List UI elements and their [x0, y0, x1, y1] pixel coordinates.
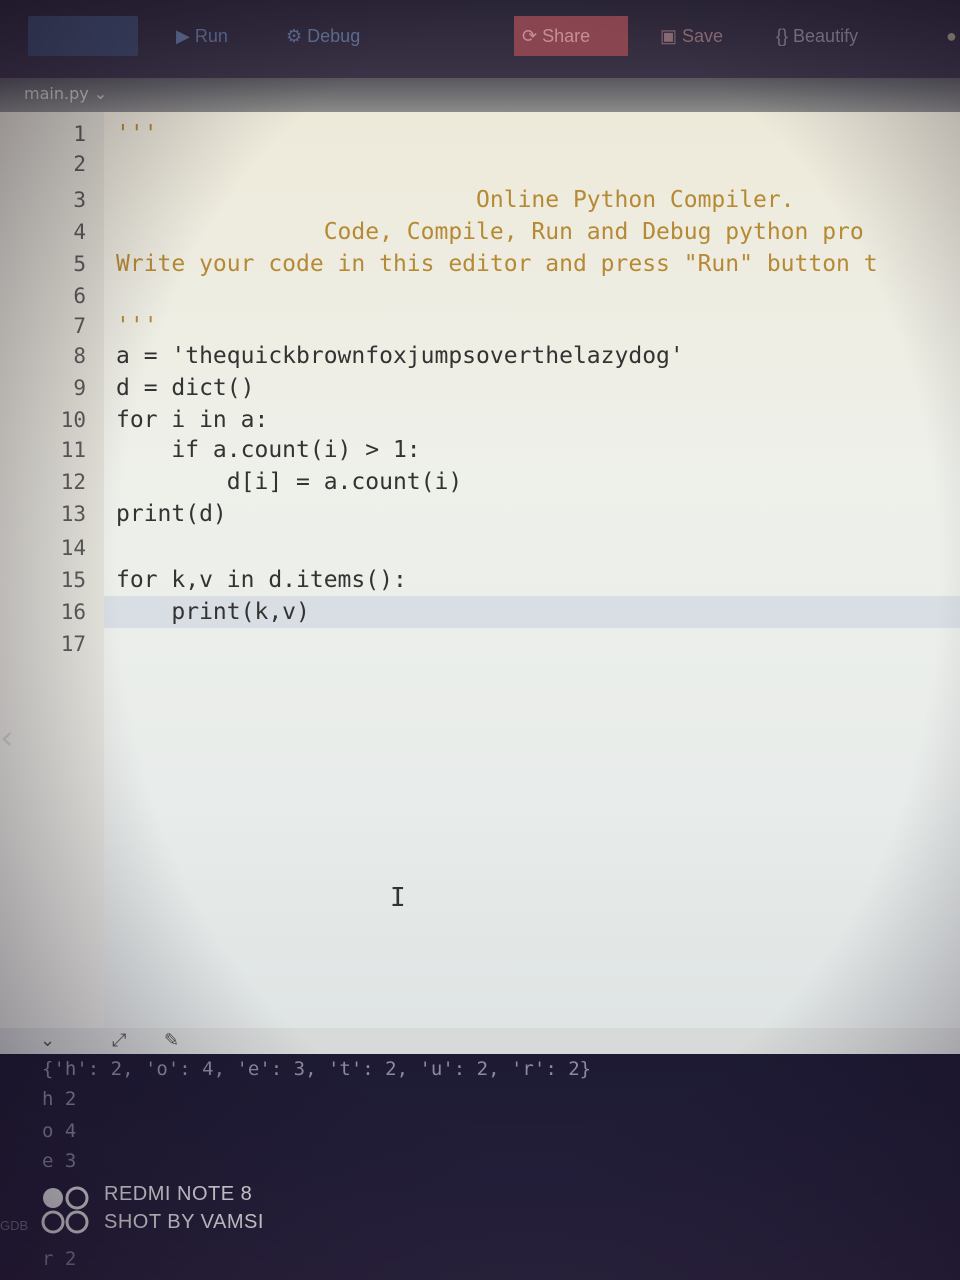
- beautify-label: Beautify: [793, 26, 859, 46]
- code-line[interactable]: for i in a:: [116, 404, 268, 436]
- line-number: 11: [60, 438, 86, 462]
- save-icon: ▣: [660, 26, 678, 46]
- share-button[interactable]: ⟳ Share: [514, 16, 628, 56]
- watermark-credit: SHOT BY VAMSI: [104, 1211, 264, 1233]
- code-line[interactable]: Online Python Compiler.: [116, 184, 795, 216]
- clear-console-icon[interactable]: ✎: [164, 1028, 179, 1054]
- line-number: 14: [60, 536, 86, 560]
- save-label: Save: [682, 26, 724, 46]
- line-number: 6: [73, 284, 86, 308]
- console-line: o 4: [42, 1120, 77, 1142]
- line-number: 9: [73, 376, 86, 400]
- code-line[interactable]: a = 'thequickbrownfoxjumpsoverthelazydog…: [116, 340, 684, 372]
- share-icon: ⟳: [522, 26, 538, 46]
- line-number: 16: [60, 600, 86, 624]
- line-number: 12: [60, 470, 86, 494]
- console-line: e 3: [42, 1150, 77, 1172]
- expand-icon[interactable]: ⤢: [112, 1028, 126, 1054]
- collapse-chevron-icon[interactable]: ⌄: [40, 1028, 55, 1054]
- console-toolbar: ⌄ ⤢ ✎: [0, 1028, 960, 1054]
- code-line[interactable]: ''': [116, 310, 158, 342]
- console-line: h 2: [42, 1088, 77, 1110]
- run-button[interactable]: ▶ Run: [168, 16, 236, 56]
- debug-icon: ⚙: [286, 26, 303, 46]
- code-line[interactable]: print(k,v): [116, 596, 310, 628]
- code-line[interactable]: for k,v in d.items():: [116, 564, 407, 596]
- code-line[interactable]: Code, Compile, Run and Debug python pro: [116, 216, 864, 248]
- output-console: {'h': 2, 'o': 4, 'e': 3, 't': 2, 'u': 2,…: [0, 1054, 960, 1280]
- line-number: 7: [73, 314, 86, 338]
- text-cursor-icon: I: [390, 883, 406, 913]
- line-number: 5: [73, 252, 86, 276]
- gdb-label: GDB: [0, 1218, 29, 1233]
- watermark-logo-icon: [41, 1186, 89, 1234]
- code-line[interactable]: ''': [116, 118, 158, 150]
- code-editor[interactable]: 1 ''' 2 3 Online Python Compiler. 4 Code, Co…: [0, 112, 960, 1028]
- console-line: {'h': 2, 'o': 4, 'e': 3, 't': 2, 'u': 2,…: [42, 1058, 592, 1080]
- line-number: 13: [60, 502, 86, 526]
- chevron-left-icon: ‹: [0, 718, 14, 758]
- file-tab[interactable]: main.py ⌄: [24, 84, 107, 103]
- debug-button[interactable]: ⚙ Debug: [278, 16, 368, 56]
- user-icon[interactable]: ●: [938, 16, 960, 56]
- console-line: r 2: [42, 1248, 77, 1270]
- watermark-device: REDMI NOTE 8: [104, 1183, 253, 1205]
- code-line[interactable]: d[i] = a.count(i): [116, 466, 462, 498]
- code-line[interactable]: d = dict(): [116, 372, 254, 404]
- line-number: 3: [73, 188, 86, 212]
- line-number: 8: [73, 344, 86, 368]
- file-tab-label: main.py: [24, 84, 89, 103]
- share-label: Share: [542, 26, 591, 46]
- line-number: 17: [60, 632, 86, 656]
- line-number: 1: [73, 122, 86, 146]
- file-tab-bar: main.py ⌄: [0, 78, 960, 112]
- line-number: 15: [60, 568, 86, 592]
- line-number: 2: [73, 152, 86, 176]
- beautify-button[interactable]: {} Beautify: [768, 16, 866, 56]
- toolbar: ▶ Run ⚙ Debug ⟳ Share ▣ Save {} Beautify…: [0, 0, 960, 78]
- run-label: Run: [194, 26, 228, 46]
- code-line[interactable]: Write your code in this editor and press…: [116, 248, 878, 280]
- logo: [28, 16, 138, 56]
- code-line[interactable]: print(d): [116, 498, 227, 530]
- chevron-down-icon: ⌄: [93, 84, 108, 103]
- code-line[interactable]: if a.count(i) > 1:: [116, 434, 420, 466]
- line-number: 4: [73, 220, 86, 244]
- line-number: 10: [60, 408, 86, 432]
- save-button[interactable]: ▣ Save: [652, 16, 731, 56]
- camera-watermark: REDMI NOTE 8 SHOT BY VAMSI: [40, 1180, 300, 1240]
- debug-label: Debug: [307, 26, 361, 46]
